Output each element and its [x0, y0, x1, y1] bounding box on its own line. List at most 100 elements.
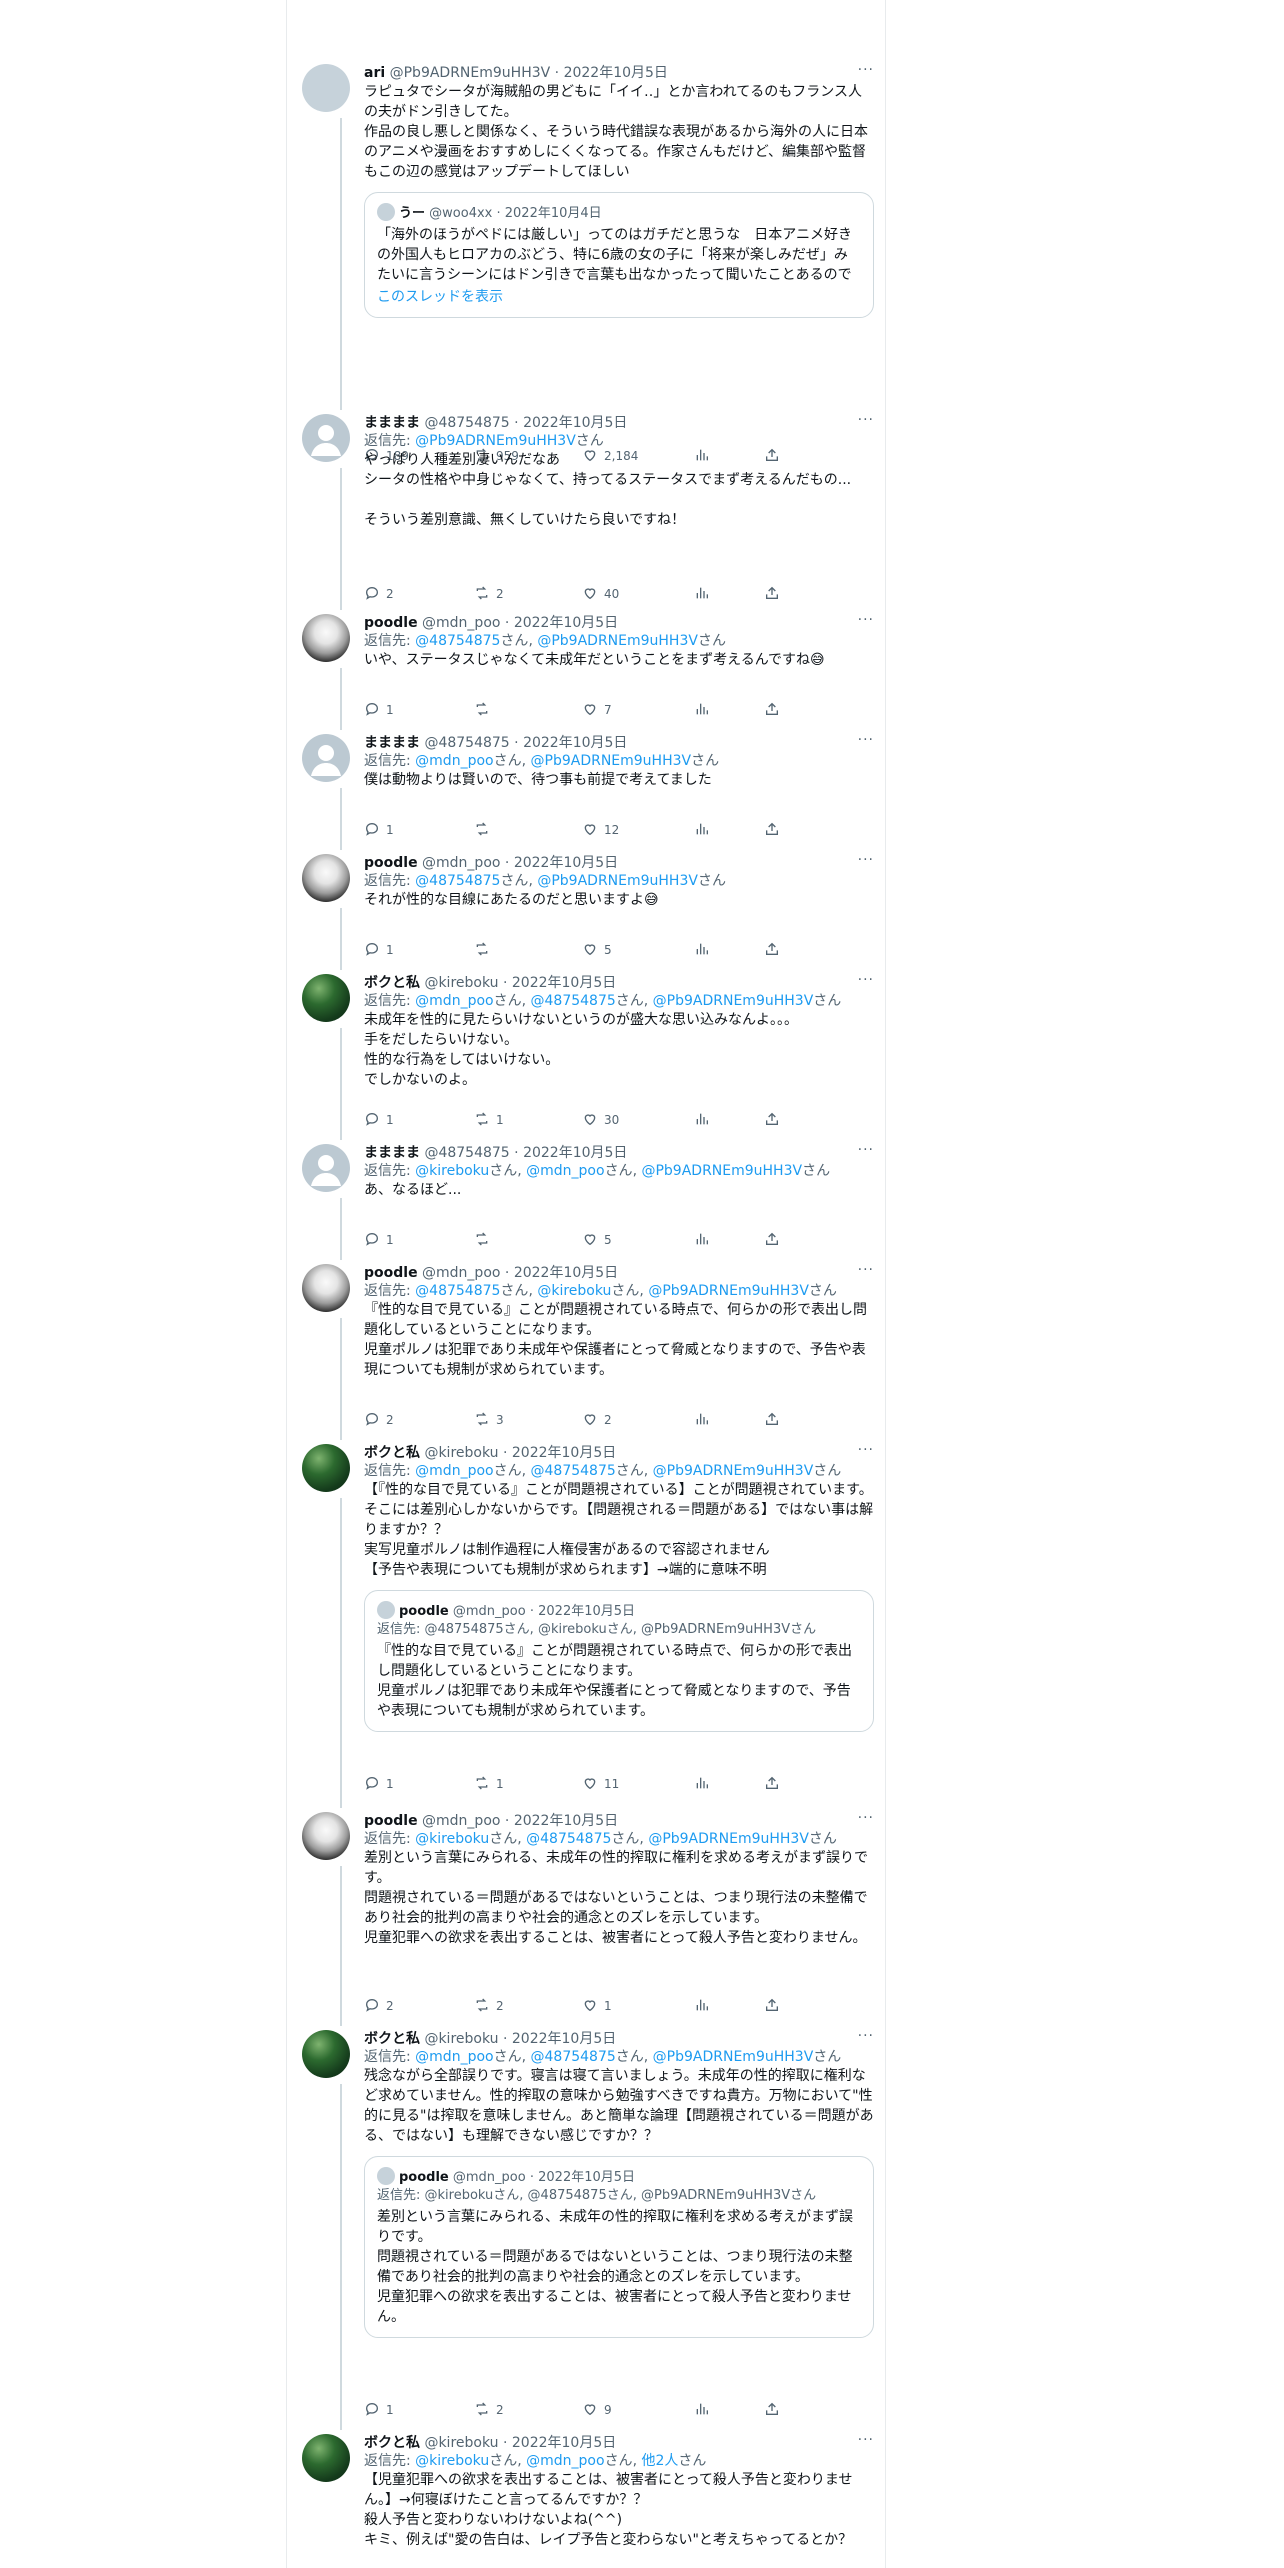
retweet-button[interactable] [474, 940, 496, 960]
user-handle[interactable]: @mdn_poo [422, 1813, 500, 1829]
avatar[interactable] [302, 2434, 350, 2482]
user-handle[interactable]: @kireboku [424, 1445, 498, 1461]
like-button[interactable]: 9 [582, 2400, 612, 2420]
more-icon[interactable]: ··· [858, 972, 874, 988]
retweet-button[interactable] [474, 1230, 496, 1250]
views-button[interactable] [694, 2400, 716, 2420]
quoted-tweet[interactable]: poodle @mdn_poo · 2022年10月5日 返信先: @487548… [364, 1590, 874, 1732]
avatar[interactable] [302, 1264, 350, 1312]
share-button[interactable] [764, 1110, 786, 1130]
like-button[interactable]: 5 [582, 940, 612, 960]
retweet-button[interactable] [474, 820, 496, 840]
display-name[interactable]: ari [364, 65, 385, 81]
like-button[interactable]: 40 [582, 584, 619, 604]
avatar[interactable] [302, 854, 350, 902]
reply-button[interactable]: 2 [364, 1996, 394, 2016]
avatar[interactable] [302, 1144, 350, 1192]
reply-button[interactable]: 2 [364, 584, 394, 604]
reply-mention-link[interactable]: @Pb9ADRNEm9uHH3V [537, 633, 698, 649]
reply-button[interactable]: 2 [364, 1410, 394, 1430]
avatar[interactable] [302, 1444, 350, 1492]
retweet-button[interactable]: 1 [474, 1110, 504, 1130]
more-icon[interactable]: ··· [858, 1262, 874, 1278]
tweet-date[interactable]: 2022年10月5日 [514, 615, 618, 631]
display-name[interactable]: まままま [364, 415, 420, 431]
tweet-date[interactable]: 2022年10月5日 [512, 1445, 616, 1461]
reply-mention-link[interactable]: @mdn_poo [415, 753, 493, 769]
tweet-date[interactable]: 2022年10月5日 [564, 65, 668, 81]
share-button[interactable] [764, 1996, 786, 2016]
tweet-date[interactable]: 2022年10月5日 [512, 2435, 616, 2451]
reply-mention-link[interactable]: @Pb9ADRNEm9uHH3V [653, 2049, 814, 2065]
more-icon[interactable]: ··· [858, 412, 874, 428]
reply-mention-link[interactable]: @48754875 [531, 993, 616, 1009]
reply-mention-link[interactable]: @mdn_poo [526, 1163, 604, 1179]
reply-mention-link[interactable]: @Pb9ADRNEm9uHH3V [648, 1831, 809, 1847]
reply-button[interactable]: 1 [364, 1774, 394, 1794]
display-name[interactable]: まままま [364, 735, 420, 751]
views-button[interactable] [694, 584, 716, 604]
more-icon[interactable]: ··· [858, 2432, 874, 2448]
show-thread-link[interactable]: このスレッドを表示 [377, 287, 861, 307]
reply-button[interactable]: 1 [364, 2400, 394, 2420]
like-button[interactable]: 11 [582, 1774, 619, 1794]
more-icon[interactable]: ··· [858, 1810, 874, 1826]
reply-mention-link[interactable]: @Pb9ADRNEm9uHH3V [648, 1283, 809, 1299]
like-button[interactable]: 12 [582, 820, 619, 840]
user-handle[interactable]: @48754875 [424, 415, 509, 431]
views-button[interactable] [694, 1410, 716, 1430]
tweet-date[interactable]: 2022年10月5日 [514, 855, 618, 871]
tweet-date[interactable]: 2022年10月5日 [512, 975, 616, 991]
reply-mention-link[interactable]: @kireboku [537, 1283, 611, 1299]
display-name[interactable]: ボクと私 [364, 1445, 420, 1461]
avatar[interactable] [302, 64, 350, 112]
reply-mention-link[interactable]: @Pb9ADRNEm9uHH3V [641, 1163, 802, 1179]
reply-mention-link[interactable]: @mdn_poo [526, 2453, 604, 2469]
tweet-date[interactable]: 2022年10月5日 [523, 415, 627, 431]
retweet-button[interactable]: 2 [474, 584, 504, 604]
reply-mention-link[interactable]: @48754875 [415, 873, 500, 889]
tweet-date[interactable]: 2022年10月5日 [523, 735, 627, 751]
display-name[interactable]: ボクと私 [364, 2435, 420, 2451]
avatar[interactable] [302, 2030, 350, 2078]
reply-button[interactable]: 1 [364, 1110, 394, 1130]
user-handle[interactable]: @mdn_poo [422, 615, 500, 631]
reply-mention-link[interactable]: @Pb9ADRNEm9uHH3V [415, 433, 576, 449]
more-icon[interactable]: ··· [858, 852, 874, 868]
reply-mention-link[interactable]: @mdn_poo [415, 993, 493, 1009]
user-handle[interactable]: @kireboku [424, 2031, 498, 2047]
reply-mention-link[interactable]: @48754875 [531, 1463, 616, 1479]
share-button[interactable] [764, 2400, 786, 2420]
like-button[interactable]: 7 [582, 700, 612, 720]
retweet-button[interactable]: 2 [474, 2400, 504, 2420]
display-name[interactable]: ボクと私 [364, 975, 420, 991]
more-icon[interactable]: ··· [858, 1142, 874, 1158]
reply-button[interactable]: 1 [364, 700, 394, 720]
display-name[interactable]: poodle [364, 1813, 418, 1829]
quoted-tweet[interactable]: poodle @mdn_poo · 2022年10月5日 返信先: @kirebo… [364, 2156, 874, 2338]
views-button[interactable] [694, 820, 716, 840]
retweet-button[interactable] [474, 700, 496, 720]
share-button[interactable] [764, 584, 786, 604]
display-name[interactable]: ボクと私 [364, 2031, 420, 2047]
like-button[interactable]: 2 [582, 1410, 612, 1430]
reply-mention-link[interactable]: @Pb9ADRNEm9uHH3V [653, 993, 814, 1009]
reply-mention-link[interactable]: @Pb9ADRNEm9uHH3V [537, 873, 698, 889]
reply-mention-link[interactable]: @mdn_poo [415, 1463, 493, 1479]
user-handle[interactable]: @Pb9ADRNEm9uHH3V [390, 65, 551, 81]
avatar[interactable] [302, 614, 350, 662]
user-handle[interactable]: @kireboku [424, 2435, 498, 2451]
display-name[interactable]: poodle [364, 855, 418, 871]
share-button[interactable] [764, 1410, 786, 1430]
reply-mention-link[interactable]: @kireboku [415, 1831, 489, 1847]
views-button[interactable] [694, 700, 716, 720]
user-handle[interactable]: @mdn_poo [422, 855, 500, 871]
reply-mention-link[interactable]: @mdn_poo [415, 2049, 493, 2065]
reply-mention-link[interactable]: @48754875 [415, 1283, 500, 1299]
reply-mention-link[interactable]: @48754875 [415, 633, 500, 649]
reply-mention-link[interactable]: 他2人 [641, 2453, 678, 2469]
avatar[interactable] [302, 414, 350, 462]
reply-mention-link[interactable]: @48754875 [526, 1831, 611, 1847]
like-button[interactable]: 30 [582, 1110, 619, 1130]
avatar[interactable] [302, 734, 350, 782]
